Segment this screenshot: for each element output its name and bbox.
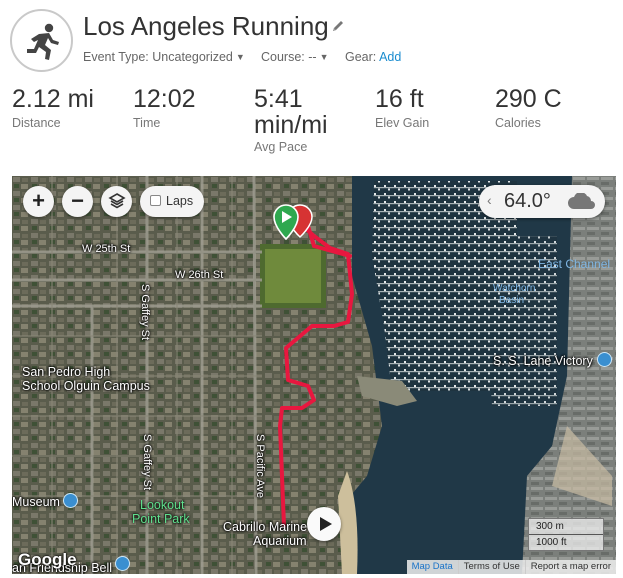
map-scale: 300 m 1000 ft — [528, 518, 604, 551]
play-route-button[interactable] — [307, 507, 341, 541]
event-type-selector[interactable]: Event Type: Uncategorized ▼ — [83, 50, 245, 64]
event-type-label: Event Type: — [83, 50, 149, 64]
stat-value: 12:02 — [133, 85, 196, 113]
runner-icon — [27, 23, 59, 60]
cloud-icon — [568, 193, 595, 209]
laps-toggle[interactable]: Laps — [140, 186, 204, 217]
laps-checkbox[interactable] — [150, 195, 161, 206]
course-value[interactable]: -- — [308, 50, 316, 64]
map-label-school: San Pedro High — [22, 365, 111, 379]
map-label-east-channel: East Channel — [538, 257, 611, 271]
activity-title: Los Angeles Running — [83, 11, 329, 41]
map-label-lookout: Lookout — [140, 498, 185, 512]
map-attribution: Map Data Terms of Use Report a map error — [406, 560, 616, 574]
stat-label: Elev Gain — [375, 116, 430, 130]
weather-widget[interactable]: ‹ 64.0° — [479, 185, 605, 218]
play-icon — [320, 517, 332, 531]
map-label-cabrillo: Cabrillo Marine — [223, 520, 308, 534]
event-type-value[interactable]: Uncategorized — [152, 50, 233, 64]
map-label-pacific: S Pacific Ave — [254, 434, 266, 498]
stat-value: 290 C — [495, 85, 562, 113]
stat-avg-pace: 5:41 min/mi Avg Pace — [254, 85, 328, 154]
stat-calories: 290 C Calories — [495, 85, 562, 130]
map-label-watchorn: Basin — [499, 295, 525, 306]
layers-icon — [107, 193, 126, 209]
map-label-w26: W 26th St — [175, 269, 224, 281]
scale-imperial: 1000 ft — [536, 537, 567, 548]
map-label-lookout: Point Park — [132, 512, 190, 526]
gear-label: Gear: — [345, 50, 377, 64]
museum-poi-icon[interactable] — [63, 493, 78, 508]
map-label-gaffey: S Gaffey St — [139, 284, 151, 341]
map-data-link[interactable]: Map Data — [407, 560, 458, 574]
route-map[interactable]: W 25th St W 26th St S Gaffey St S Gaffey… — [12, 176, 616, 574]
map-label-watchorn: Watchorn — [493, 283, 536, 294]
chevron-left-icon[interactable]: ‹ — [487, 192, 492, 208]
course-selector[interactable]: Course: -- ▼ — [261, 50, 329, 64]
course-label: Course: — [261, 50, 305, 64]
stat-label: Time — [133, 116, 161, 130]
stat-time: 12:02 Time — [133, 85, 196, 130]
stat-value: 16 ft — [375, 85, 424, 113]
map-label-ss-lane: S. S. Lane Victory — [493, 354, 593, 368]
museum-poi-icon[interactable] — [597, 352, 612, 367]
map-label-school: School Olguin Campus — [22, 379, 150, 393]
pencil-icon[interactable] — [331, 19, 345, 33]
google-logo: Google — [18, 550, 77, 569]
caret-down-icon[interactable]: ▼ — [320, 52, 329, 62]
layers-button[interactable] — [101, 186, 132, 217]
map-label-museum: Museum — [12, 495, 60, 509]
zoom-out-button[interactable]: − — [62, 186, 93, 217]
bell-poi-icon[interactable] — [115, 556, 130, 571]
caret-down-icon[interactable]: ▼ — [236, 52, 245, 62]
zoom-in-button[interactable]: + — [23, 186, 54, 217]
stat-distance: 2.12 mi Distance — [12, 85, 94, 130]
stat-value: 2.12 mi — [12, 85, 94, 113]
stat-unit: min/mi — [254, 111, 328, 139]
stat-elev-gain: 16 ft Elev Gain — [375, 85, 429, 130]
map-label-w25: W 25th St — [82, 243, 131, 255]
report-error-link[interactable]: Report a map error — [524, 560, 616, 574]
gear-field: Gear: Add — [345, 50, 401, 64]
activity-type-badge — [10, 9, 73, 72]
stat-value: 5:41 — [254, 85, 303, 113]
weather-temperature: 64.0° — [504, 190, 551, 212]
laps-label: Laps — [166, 194, 194, 208]
start-marker-icon[interactable] — [272, 203, 300, 241]
map-label-cabrillo: Aquarium — [253, 534, 307, 548]
map-label-gaffey: S Gaffey St — [141, 434, 153, 491]
scale-metric: 300 m — [536, 521, 564, 532]
terms-link[interactable]: Terms of Use — [457, 560, 525, 574]
stat-label: Calories — [495, 116, 541, 130]
add-gear-link[interactable]: Add — [379, 50, 401, 64]
stat-label: Distance — [12, 116, 61, 130]
stat-label: Avg Pace — [254, 140, 308, 154]
